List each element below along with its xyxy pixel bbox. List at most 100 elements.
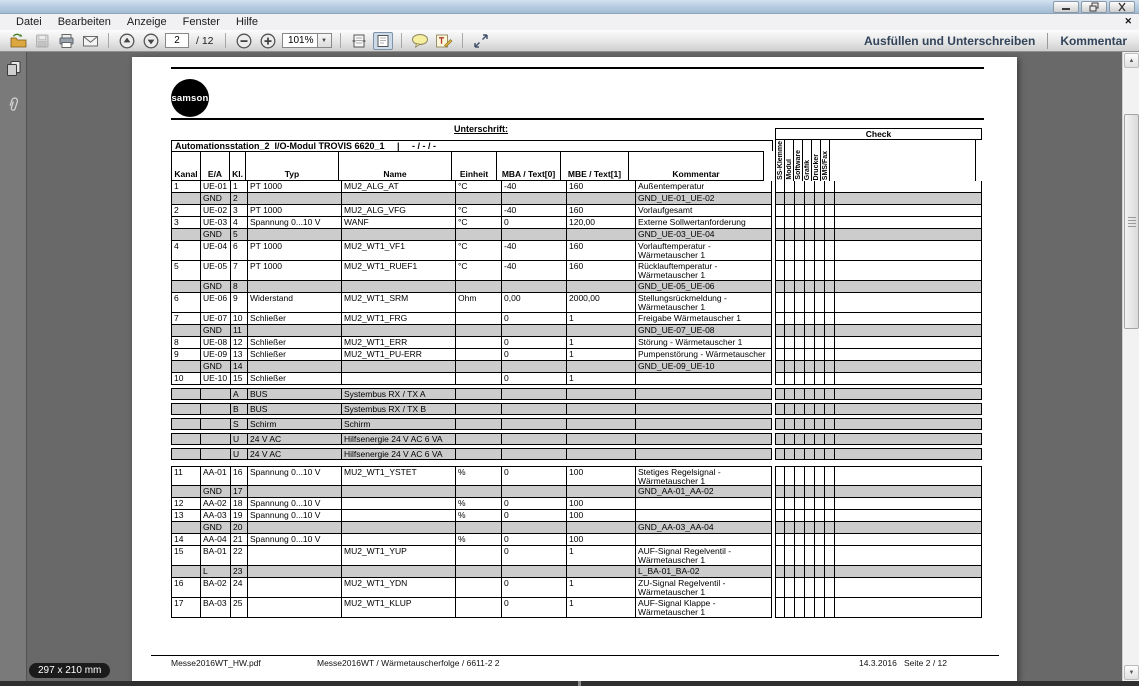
document-canvas[interactable]: samson Unterschrift: Check Automationsst…: [27, 52, 1122, 681]
check-cell: [815, 361, 825, 373]
scrolling-mode-button[interactable]: [349, 32, 369, 50]
next-page-button[interactable]: [141, 32, 161, 50]
check-cell: [795, 217, 805, 229]
table-row: U24 V ACHilfsenergie 24 V AC 6 VA: [171, 448, 982, 460]
column-header: Kanal: [171, 151, 201, 181]
check-cell: [815, 448, 825, 460]
cell-ea: AA-03: [201, 510, 231, 522]
check-cell: [795, 433, 805, 445]
check-cell: [825, 205, 835, 217]
cell-mbe: [567, 448, 636, 460]
table-row: 13AA-0319Spannung 0...10 V%0100: [171, 510, 982, 522]
column-header: MBE / Text[1]: [560, 151, 629, 181]
check-cell: [775, 466, 785, 486]
cell-mbe: 120,00: [567, 217, 636, 229]
check-wide-cell: [835, 337, 982, 349]
zoom-in-button[interactable]: [258, 32, 278, 50]
close-button[interactable]: [1109, 1, 1135, 13]
fullscreen-button[interactable]: [471, 32, 491, 50]
check-cell: [775, 361, 785, 373]
cell-name: MU2_WT1_PU-ERR: [342, 349, 456, 361]
check-wide-cell: [835, 598, 982, 618]
cell-kl: 16: [231, 466, 248, 486]
minimize-button[interactable]: [1053, 1, 1079, 13]
menu-hilfe[interactable]: Hilfe: [228, 16, 266, 28]
cell-ea: GND: [201, 193, 231, 205]
check-cell: [825, 261, 835, 281]
cell-mba: 0: [502, 578, 567, 598]
zoom-level-value[interactable]: 101%: [282, 33, 318, 48]
titlebar[interactable]: [0, 0, 1139, 14]
page-thumbnails-button[interactable]: [5, 60, 22, 82]
check-cell: [805, 373, 815, 385]
column-header: Typ: [245, 151, 339, 181]
check-cell: [775, 373, 785, 385]
table-row: 15BA-0122MU2_WT1_YUP01AUF-Signal Regelve…: [171, 546, 982, 566]
comment-tool-button[interactable]: [410, 32, 430, 50]
check-cell: [805, 498, 815, 510]
print-button[interactable]: [56, 32, 76, 50]
toolbar-separator: [462, 33, 463, 48]
cell-typ: Schließer: [248, 349, 342, 361]
scroll-down-button[interactable]: ▼: [1124, 665, 1139, 680]
sign-icon: [435, 33, 453, 49]
check-cell: [825, 217, 835, 229]
cell-mba: 0: [502, 313, 567, 325]
single-page-view-button[interactable]: [373, 32, 393, 50]
cell-einheit: °C: [456, 181, 502, 193]
scrollbar-thumb[interactable]: [1124, 114, 1139, 329]
check-cell: [785, 578, 795, 598]
zoom-dropdown-button[interactable]: ▼: [318, 33, 332, 48]
page-total-label: / 12: [196, 35, 214, 47]
cell-kommentar: AUF-Signal Regelventil - Wärmetauscher 1: [636, 546, 772, 566]
check-cell: [795, 534, 805, 546]
scroll-up-button[interactable]: ▲: [1124, 53, 1139, 68]
restore-button[interactable]: [1081, 1, 1107, 13]
page-number-input[interactable]: [165, 33, 189, 48]
cell-typ: [248, 566, 342, 578]
check-cell: [795, 313, 805, 325]
cell-kommentar: Stetiges Regelsignal - Wärmetauscher 1: [636, 466, 772, 486]
save-button[interactable]: [32, 32, 52, 50]
check-cell: [805, 534, 815, 546]
menu-datei[interactable]: Datei: [8, 16, 50, 28]
fill-sign-button[interactable]: Ausfüllen und Unterschreiben: [864, 34, 1035, 48]
column-header: E/A: [200, 151, 230, 181]
cell-ea: GND: [201, 486, 231, 498]
cell-kanal: 17: [171, 598, 201, 618]
cell-kommentar: [636, 433, 772, 445]
menu-fenster[interactable]: Fenster: [175, 16, 228, 28]
email-button[interactable]: [80, 32, 100, 50]
column-header: Einheit: [451, 151, 497, 181]
cell-ea: L: [201, 566, 231, 578]
cell-mbe: [567, 522, 636, 534]
cell-typ: [248, 598, 342, 618]
cell-ea: BA-03: [201, 598, 231, 618]
sign-tool-button[interactable]: [434, 32, 454, 50]
cell-mba: -40: [502, 181, 567, 193]
check-column-label: Modul: [785, 159, 794, 181]
menu-anzeige[interactable]: Anzeige: [119, 16, 175, 28]
open-file-button[interactable]: [8, 32, 28, 50]
cell-kl: 24: [231, 578, 248, 598]
cell-kanal: [171, 433, 201, 445]
page-thumbnails-icon: [5, 60, 22, 77]
footer-filename: Messe2016WT_HW.pdf: [171, 658, 261, 668]
cell-kl: U: [231, 448, 248, 460]
check-cell: [815, 373, 825, 385]
cell-kl: B: [231, 403, 248, 415]
cell-kommentar: [636, 388, 772, 400]
zoom-out-button[interactable]: [234, 32, 254, 50]
menu-bearbeiten[interactable]: Bearbeiten: [50, 16, 119, 28]
column-header: MBA / Text[0]: [496, 151, 561, 181]
cell-kl: 1: [231, 181, 248, 193]
cell-name: [342, 373, 456, 385]
cell-typ: BUS: [248, 388, 342, 400]
attachments-button[interactable]: [6, 96, 21, 119]
comment-panel-button[interactable]: Kommentar: [1060, 34, 1127, 48]
table-row: GND11GND_UE-07_UE-08: [171, 325, 982, 337]
menubar-close-icon[interactable]: ✕: [1124, 16, 1132, 27]
vertical-scrollbar[interactable]: ▲ ▼: [1122, 52, 1139, 681]
check-column-label: Grafik: [803, 160, 812, 181]
previous-page-button[interactable]: [117, 32, 137, 50]
